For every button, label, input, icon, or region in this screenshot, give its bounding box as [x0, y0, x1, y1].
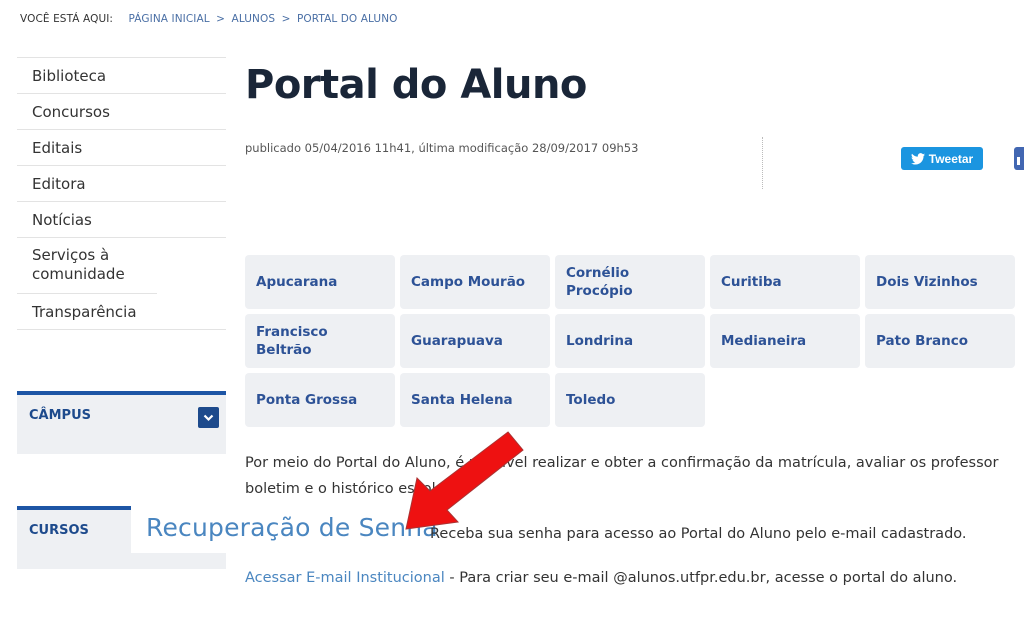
- twitter-bird-icon: [910, 152, 925, 165]
- campus-link[interactable]: Cornélio Procópio: [555, 255, 705, 309]
- breadcrumb-separator: >: [281, 13, 291, 25]
- campus-dropdown-button[interactable]: [198, 407, 219, 428]
- campus-link[interactable]: Pato Branco: [865, 314, 1015, 368]
- password-recovery-link[interactable]: Recuperação de Senha: [146, 513, 438, 542]
- institutional-email-link[interactable]: Acessar E-mail Institucional: [245, 570, 445, 586]
- sidebar-item-concursos[interactable]: Concursos: [17, 94, 226, 130]
- breadcrumb-label: VOCÊ ESTÁ AQUI:: [20, 13, 114, 25]
- campus-link[interactable]: Londrina: [555, 314, 705, 368]
- email-paragraph: Acessar E-mail Institucional - Para cria…: [245, 565, 957, 591]
- campus-link[interactable]: Dois Vizinhos: [865, 255, 1015, 309]
- campus-link[interactable]: Toledo: [555, 373, 705, 427]
- intro-paragraph: Por meio do Portal do Aluno, é possível …: [245, 450, 999, 502]
- campus-box-title: CÂMPUS: [29, 408, 91, 423]
- tweet-button[interactable]: Tweetar: [901, 147, 983, 170]
- sidebar-item-editais[interactable]: Editais: [17, 130, 226, 166]
- page-title: Portal do Aluno: [245, 62, 587, 108]
- breadcrumb-home[interactable]: PÁGINA INICIAL: [129, 13, 210, 25]
- campus-box: CÂMPUS: [17, 391, 226, 454]
- email-description: - Para criar seu e-mail @alunos.utfpr.ed…: [444, 570, 958, 586]
- campus-link[interactable]: Francisco Beltrão: [245, 314, 395, 368]
- chevron-down-icon: [203, 414, 214, 421]
- document-byline: publicado 05/04/2016 11h41, última modif…: [245, 141, 639, 155]
- sidebar-item-noticias[interactable]: Notícias: [17, 202, 226, 238]
- campus-link[interactable]: Curitiba: [710, 255, 860, 309]
- campus-link[interactable]: Santa Helena: [400, 373, 550, 427]
- recovery-description: Receba sua senha para acesso ao Portal d…: [430, 526, 967, 542]
- breadcrumb-separator: >: [216, 13, 226, 25]
- campus-link[interactable]: Guarapuava: [400, 314, 550, 368]
- facebook-share-button[interactable]: [1014, 147, 1024, 170]
- intro-line-2: boletim e o histórico escolar.: [245, 481, 454, 497]
- sidebar-item-biblioteca[interactable]: Biblioteca: [17, 58, 226, 94]
- intro-line-1: Por meio do Portal do Aluno, é possível …: [245, 455, 999, 471]
- campus-link[interactable]: Ponta Grossa: [245, 373, 395, 427]
- campus-link[interactable]: Campo Mourão: [400, 255, 550, 309]
- campus-grid: Apucarana Campo Mourão Cornélio Procópio…: [245, 255, 1015, 427]
- cursos-box-accent: [17, 506, 132, 510]
- tweet-button-label: Tweetar: [928, 151, 974, 166]
- sidebar-item-servicos[interactable]: Serviços à comunidade: [17, 238, 157, 294]
- campus-link[interactable]: Medianeira: [710, 314, 860, 368]
- sidebar-item-transparencia[interactable]: Transparência: [17, 294, 226, 330]
- breadcrumb: VOCÊ ESTÁ AQUI: PÁGINA INICIAL > ALUNOS …: [20, 13, 398, 25]
- breadcrumb-current[interactable]: PORTAL DO ALUNO: [297, 13, 398, 25]
- facebook-icon: [1017, 157, 1020, 165]
- sidebar-menu: Biblioteca Concursos Editais Editora Not…: [17, 57, 226, 330]
- sidebar-item-editora[interactable]: Editora: [17, 166, 226, 202]
- divider: [762, 137, 763, 189]
- breadcrumb-alunos[interactable]: ALUNOS: [232, 13, 276, 25]
- campus-link[interactable]: Apucarana: [245, 255, 395, 309]
